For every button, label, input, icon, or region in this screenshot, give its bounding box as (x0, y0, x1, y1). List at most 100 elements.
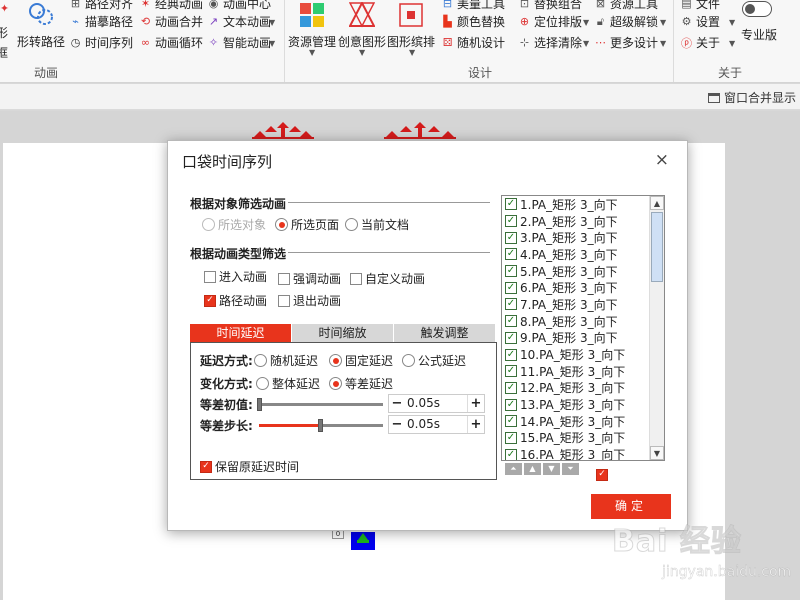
resource-manage-button[interactable]: 资源管理 (287, 0, 337, 50)
pro-toggle[interactable] (742, 1, 772, 17)
list-item[interactable]: ✓ 3.PA_矩形 3_向下 (502, 229, 664, 246)
list-item[interactable]: ✓ 12.PA_矩形 3_向下 (502, 380, 664, 397)
radio-selected-page[interactable]: 所选页面 (275, 216, 339, 233)
checkbox-checked[interactable]: ✓ (505, 231, 517, 244)
shape-to-path-button[interactable]: 形转路径 (16, 0, 66, 50)
checkbox-checked[interactable]: ✓ (505, 265, 517, 278)
check-emphasis-anim[interactable]: 强调动画 (278, 270, 341, 287)
shape-arrange-button[interactable]: 图形缤排 (386, 0, 436, 50)
checkbox-checked[interactable]: ✓ (505, 381, 517, 394)
radio-fixed-delay[interactable]: 固定延迟 (329, 352, 393, 369)
list-item[interactable]: ✓ 4.PA_矩形 3_向下 (502, 246, 664, 263)
checkbox-checked[interactable]: ✓ (505, 215, 517, 228)
trace-path-button[interactable]: ⌁ 描摹路径 (69, 13, 133, 30)
radio-selected-object[interactable]: 所选对象 (202, 216, 266, 233)
scroll-up-icon[interactable]: ▲ (650, 196, 664, 210)
smart-anim-button[interactable]: ✧ 智能动画 (207, 34, 271, 51)
minus-icon[interactable]: − (389, 395, 405, 412)
list-item[interactable]: ✓ 16.PA_矩形 3_向下 (502, 446, 664, 460)
chevron-down-icon[interactable]: ▼ (409, 48, 415, 57)
checkbox-checked[interactable]: ✓ (505, 365, 517, 378)
ribbon-left-label-1[interactable]: 形 (0, 24, 8, 41)
step-value-input[interactable]: 0.05s (405, 416, 468, 433)
checkbox-checked[interactable]: ✓ (505, 331, 517, 344)
chevron-down-icon[interactable]: ▼ (660, 39, 666, 48)
list-item[interactable]: ✓ 11.PA_矩形 3_向下 (502, 363, 664, 380)
anim-loop-button[interactable]: ∞ 动画循环 (139, 34, 203, 51)
checkbox-checked[interactable]: ✓ (505, 398, 517, 411)
checkbox-checked[interactable]: ✓ (505, 315, 517, 328)
checkbox-checked[interactable]: ✓ (505, 298, 517, 311)
chevron-down-icon[interactable]: ▼ (729, 18, 735, 27)
list-item[interactable]: ✓ 1.PA_矩形 3_向下 (502, 196, 664, 213)
list-item[interactable]: ✓ 7.PA_矩形 3_向下 (502, 296, 664, 313)
measure-tool-button[interactable]: ⊟ 美量工具 (441, 0, 505, 12)
more-design-button[interactable]: ⋯ 更多设计 (594, 34, 658, 51)
chevron-down-icon[interactable]: ▼ (309, 48, 315, 57)
select-clear-button[interactable]: ⊹ 选择清除 (518, 34, 582, 51)
list-scrollbar[interactable]: ▲ ▼ (649, 196, 664, 460)
chevron-down-icon[interactable]: ▼ (359, 48, 365, 57)
file-button[interactable]: ▤ 文件 (680, 0, 720, 12)
checkbox-checked[interactable]: ✓ (505, 248, 517, 261)
list-item[interactable]: ✓ 2.PA_矩形 3_向下 (502, 213, 664, 230)
ribbon-left-label-2[interactable]: 框 (0, 44, 8, 61)
path-align-button[interactable]: ⊞ 路径对齐 (69, 0, 133, 12)
move-bottom-icon[interactable]: ⏷ (562, 463, 579, 475)
chevron-down-icon[interactable]: ▼ (583, 39, 589, 48)
step-value-slider-thumb[interactable] (317, 419, 323, 432)
radio-overall-delay[interactable]: 整体延迟 (256, 375, 320, 392)
checkbox-checked[interactable]: ✓ (505, 448, 517, 460)
check-path-anim[interactable]: ✓ 路径动画 (204, 292, 267, 309)
move-down-icon[interactable]: ▼ (543, 463, 560, 475)
check-keep-original-delay[interactable]: ✓ 保留原延迟时间 (200, 458, 299, 475)
classic-anim-button[interactable]: ✶ 经典动画 (139, 0, 203, 12)
replace-group-button[interactable]: ⊡ 替换组合 (518, 0, 582, 12)
random-design-button[interactable]: ⚄ 随机设计 (441, 34, 505, 51)
plus-icon[interactable]: + (468, 395, 484, 412)
minus-icon[interactable]: − (389, 416, 405, 433)
check-exit-anim[interactable]: 退出动画 (278, 292, 341, 309)
checkbox-checked[interactable]: ✓ (505, 415, 517, 428)
move-top-icon[interactable]: ⏶ (505, 463, 522, 475)
tab-time-scale[interactable]: 时间缩放 (292, 324, 394, 342)
initial-value-slider-thumb[interactable] (257, 398, 262, 411)
anim-merge-button[interactable]: ⟲ 动画合并 (139, 13, 203, 30)
check-custom-anim[interactable]: 自定义动画 (350, 270, 425, 287)
list-item[interactable]: ✓ 5.PA_矩形 3_向下 (502, 263, 664, 280)
checkbox-checked[interactable]: ✓ (505, 431, 517, 444)
list-item[interactable]: ✓ 15.PA_矩形 3_向下 (502, 430, 664, 447)
radio-arithmetic-delay[interactable]: 等差延迟 (329, 375, 393, 392)
anim-center-button[interactable]: ◉ 动画中心 (207, 0, 271, 12)
check-entrance-anim[interactable]: 进入动画 (204, 268, 267, 285)
settings-button[interactable]: ⚙ 设置 (680, 13, 720, 30)
chevron-down-icon[interactable]: ▼ (660, 18, 666, 27)
move-up-icon[interactable]: ▲ (524, 463, 541, 475)
blue-shape[interactable] (351, 532, 375, 550)
list-item[interactable]: ✓ 9.PA_矩形 3_向下 (502, 330, 664, 347)
tree-shape-left[interactable] (250, 122, 316, 142)
window-merge-toggle[interactable]: 窗口合并显示 (707, 89, 796, 106)
list-item[interactable]: ✓ 14.PA_矩形 3_向下 (502, 413, 664, 430)
chevron-down-icon[interactable]: ▼ (729, 39, 735, 48)
initial-value-slider[interactable] (259, 403, 383, 406)
plus-icon[interactable]: + (468, 416, 484, 433)
close-icon[interactable]: × (655, 150, 669, 170)
color-replace-button[interactable]: ▙ 颜色替换 (441, 13, 505, 30)
checkbox-checked[interactable]: ✓ (505, 348, 517, 361)
chevron-down-icon[interactable]: ▼ (269, 18, 275, 27)
checkbox-checked[interactable]: ✓ (505, 281, 517, 294)
list-item[interactable]: ✓ 8.PA_矩形 3_向下 (502, 313, 664, 330)
time-sequence-button[interactable]: ◷ 时间序列 (69, 34, 133, 51)
text-anim-button[interactable]: ↗ 文本动画 (207, 13, 271, 30)
list-item[interactable]: ✓ 6.PA_矩形 3_向下 (502, 279, 664, 296)
chevron-down-icon[interactable]: ▼ (269, 39, 275, 48)
scroll-down-icon[interactable]: ▼ (650, 446, 664, 460)
list-item[interactable]: ✓ 13.PA_矩形 3_向下 (502, 396, 664, 413)
resource-tool-button[interactable]: ⊠ 资源工具 (594, 0, 658, 12)
position-layout-button[interactable]: ⊕ 定位排版 (518, 13, 582, 30)
tab-trigger-adjust[interactable]: 触发调整 (394, 324, 496, 342)
select-all-checkbox[interactable]: ✓ (596, 465, 608, 481)
about-button[interactable]: ⓟ 关于 (680, 34, 720, 51)
radio-random-delay[interactable]: 随机延迟 (254, 352, 318, 369)
